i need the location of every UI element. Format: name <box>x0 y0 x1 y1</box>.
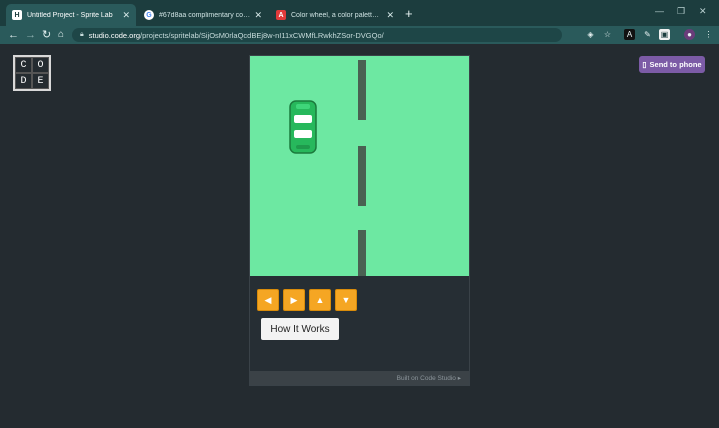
code-org-logo[interactable]: C O D E <box>13 55 51 91</box>
new-tab-button[interactable]: + <box>405 6 413 21</box>
tab-title: #67d8aa complimentary colors - <box>159 11 251 19</box>
how-it-works-button[interactable]: How It Works <box>261 318 339 340</box>
close-icon[interactable]: ✕ <box>386 10 394 21</box>
pdf-extension-icon[interactable]: A <box>624 29 635 40</box>
car-sprite <box>289 100 317 154</box>
left-arrow-button[interactable]: ◀ <box>257 289 279 311</box>
logo-letter: C <box>15 57 32 73</box>
lane-dash <box>358 230 366 276</box>
extension-icon[interactable]: ✎ <box>642 29 653 40</box>
built-on-code-studio-link[interactable]: Built on Code Studio ▸ <box>250 371 469 385</box>
close-icon[interactable]: ✕ <box>254 10 262 21</box>
send-to-phone-button[interactable]: ▯ Send to phone <box>639 56 705 73</box>
send-to-phone-label: Send to phone <box>649 60 702 69</box>
phone-icon: ▯ <box>642 60 647 69</box>
logo-letter: E <box>32 73 49 89</box>
game-stage[interactable] <box>250 56 469 276</box>
tab-complimentary-colors[interactable]: G #67d8aa complimentary colors - ✕ <box>138 4 268 26</box>
back-arrow-icon[interactable]: ← <box>8 28 19 42</box>
translate-extension-icon[interactable]: ◈ <box>585 29 596 40</box>
adobe-favicon-icon: A <box>276 10 286 20</box>
tab-title: Color wheel, a color palette gene <box>291 11 382 19</box>
code-org-favicon-icon: H <box>12 10 22 20</box>
lane-dash <box>358 146 366 206</box>
lane-dash <box>358 60 366 120</box>
home-icon[interactable]: ⌂ <box>58 28 64 42</box>
game-frame: ◀ ▶ ▲ ▼ How It Works Built on Code Studi… <box>249 55 470 386</box>
down-arrow-button[interactable]: ▼ <box>335 289 357 311</box>
forward-arrow-icon[interactable]: → <box>25 28 36 42</box>
logo-letter: O <box>32 57 49 73</box>
arrow-controls: ◀ ▶ ▲ ▼ <box>257 289 357 311</box>
lock-icon: 🔒︎ <box>80 31 84 38</box>
minimize-icon[interactable]: — <box>655 6 664 16</box>
logo-letter: D <box>15 73 32 89</box>
reload-icon[interactable]: ↻ <box>42 28 51 42</box>
media-extension-icon[interactable]: ▣ <box>659 29 670 40</box>
browser-menu-icon[interactable]: ⋮ <box>703 29 714 40</box>
up-arrow-button[interactable]: ▲ <box>309 289 331 311</box>
tab-sprite-lab[interactable]: H Untitled Project - Sprite Lab ✕ <box>6 4 136 26</box>
url-bar[interactable]: 🔒︎ studio.code.org /projects/spritelab/S… <box>72 28 562 42</box>
window-close-icon[interactable]: ✕ <box>699 6 707 17</box>
bookmark-star-icon[interactable]: ☆ <box>602 29 613 40</box>
google-favicon-icon: G <box>144 10 154 20</box>
tab-color-wheel[interactable]: A Color wheel, a color palette gene ✕ <box>270 4 400 26</box>
profile-avatar[interactable]: ● <box>684 29 695 40</box>
maximize-icon[interactable]: ❐ <box>677 6 685 17</box>
tab-title: Untitled Project - Sprite Lab <box>27 11 113 19</box>
close-icon[interactable]: ✕ <box>122 10 130 21</box>
right-arrow-button[interactable]: ▶ <box>283 289 305 311</box>
url-path: /projects/spritelab/SijOsM0rlaQcdBEj8w-n… <box>140 30 384 40</box>
tab-strip: H Untitled Project - Sprite Lab ✕ G #67d… <box>0 0 719 26</box>
address-toolbar: ← → ↻ ⌂ 🔒︎ studio.code.org /projects/spr… <box>0 26 719 44</box>
url-host: studio.code.org <box>88 30 141 40</box>
